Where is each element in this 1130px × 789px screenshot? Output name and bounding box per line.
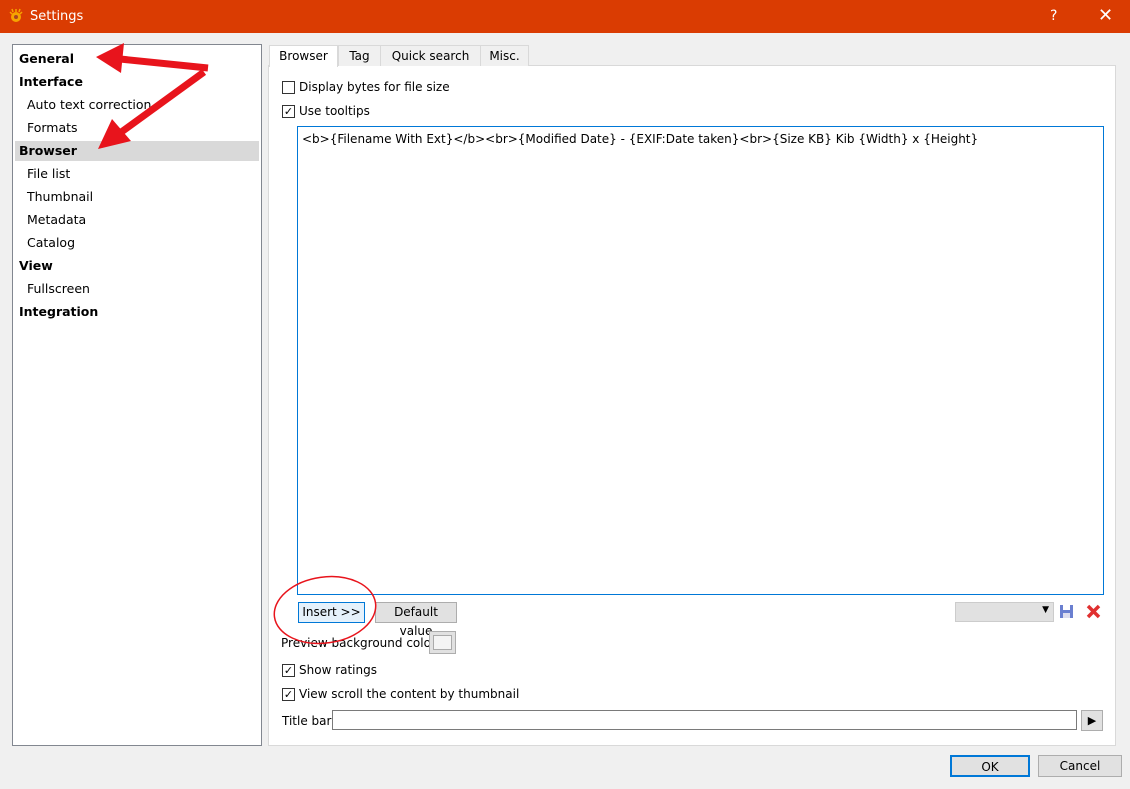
play-arrow-icon: ▶ <box>1087 714 1097 727</box>
tab-quick-search[interactable]: Quick search <box>380 45 481 66</box>
save-icon[interactable] <box>1059 604 1074 619</box>
view-scroll-label: View scroll the content by thumbnail <box>299 687 520 701</box>
title-bar-input[interactable] <box>332 710 1077 730</box>
tree-item-integration[interactable]: Integration <box>19 302 262 322</box>
tree-item-interface[interactable]: Interface <box>19 72 262 92</box>
display-bytes-label: Display bytes for file size <box>299 80 450 94</box>
default-value-button[interactable]: Default value <box>375 602 457 638</box>
preview-bg-color-button[interactable] <box>429 631 456 654</box>
tree-item-auto-text-correction[interactable]: Auto text correction <box>19 95 262 115</box>
tree-item-metadata[interactable]: Metadata <box>19 210 262 230</box>
tab-misc[interactable]: Misc. <box>480 45 529 66</box>
settings-tree: General Interface Auto text correction Form… <box>12 44 262 746</box>
use-tooltips-label: Use tooltips <box>299 104 370 118</box>
tree-item-thumbnail[interactable]: Thumbnail <box>19 187 262 207</box>
tree-item-browser[interactable]: Browser <box>15 141 259 161</box>
cancel-button[interactable]: Cancel <box>1038 755 1122 777</box>
preview-bg-label: Preview background color <box>281 636 436 650</box>
use-tooltips-checkbox[interactable]: ✓ <box>282 105 295 118</box>
help-button[interactable]: ? <box>1050 8 1057 24</box>
ok-button[interactable]: OK <box>950 755 1030 777</box>
tree-item-general[interactable]: General <box>19 49 262 69</box>
tree-item-fullscreen[interactable]: Fullscreen <box>19 279 262 299</box>
close-button[interactable]: ✕ <box>1098 5 1113 26</box>
app-logo-icon <box>9 8 23 22</box>
title-bar-label: Title bar <box>282 714 332 728</box>
tooltip-template-textarea[interactable]: <b>{Filename With Ext}</b><br>{Modified … <box>297 126 1104 595</box>
tree-item-catalog[interactable]: Catalog <box>19 233 262 253</box>
tab-browser[interactable]: Browser <box>269 45 338 67</box>
delete-icon[interactable] <box>1086 604 1101 619</box>
tab-tag[interactable]: Tag <box>338 45 381 66</box>
tree-item-view[interactable]: View <box>19 256 262 276</box>
title-bar: Settings ? ✕ <box>0 0 1130 33</box>
show-ratings-label: Show ratings <box>299 663 377 677</box>
insert-button[interactable]: Insert >> <box>298 602 365 623</box>
show-ratings-checkbox[interactable]: ✓ <box>282 664 295 677</box>
title-bar-insert-button[interactable]: ▶ <box>1081 710 1103 731</box>
display-bytes-checkbox[interactable] <box>282 81 295 94</box>
chevron-down-icon: ▼ <box>1042 605 1049 615</box>
tree-item-formats[interactable]: Formats <box>19 118 262 138</box>
view-scroll-checkbox[interactable]: ✓ <box>282 688 295 701</box>
template-preset-dropdown[interactable]: ▼ <box>955 602 1054 622</box>
window-title: Settings <box>30 9 84 24</box>
tree-item-file-list[interactable]: File list <box>19 164 262 184</box>
